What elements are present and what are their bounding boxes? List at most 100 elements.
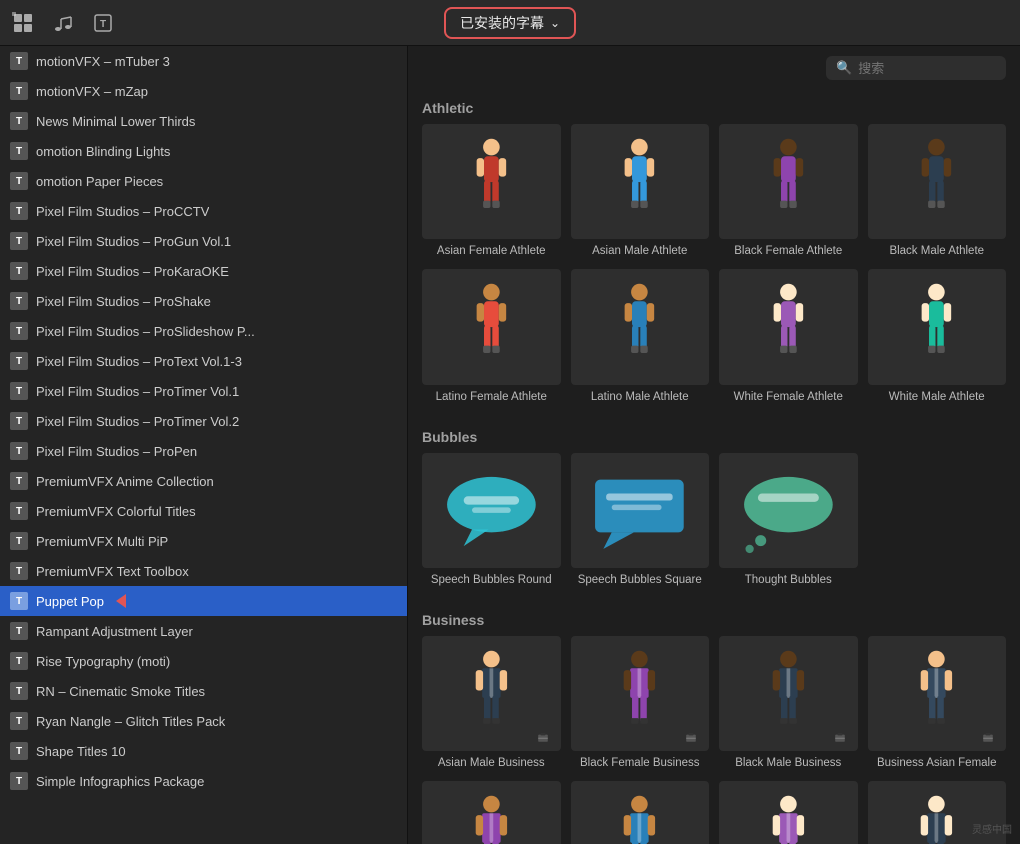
grid-item[interactable]: White Female Athlete [719,269,858,404]
chevron-down-icon: ⌄ [550,16,560,30]
grid-item-thumbnail [719,636,858,751]
text-item-icon: T [10,112,28,130]
grid-item[interactable]: Latino Male Business [571,781,710,844]
sidebar-item[interactable]: TmotionVFX – mZap [0,76,407,106]
grid-item[interactable]: Speech Bubbles Square [571,453,710,588]
sidebar-item-label: PremiumVFX Multi PiP [36,534,168,549]
sidebar-item[interactable]: T Pixel Film Studios – ProShake [0,286,407,316]
sidebar-item[interactable]: T Rise Typography (moti) [0,646,407,676]
sidebar-item-label: omotion Blinding Lights [36,144,170,159]
grid-item[interactable]: White Male Athlete [868,269,1007,404]
sidebar-item[interactable]: TPixel Film Studios – ProPen [0,436,407,466]
grid-item[interactable]: Business Asian Female [868,636,1007,771]
grid-item[interactable]: Asian Male Athlete [571,124,710,259]
sidebar-item[interactable]: TPremiumVFX Multi PiP [0,526,407,556]
text-item-icon: T [10,172,28,190]
sidebar-item[interactable]: TRN – Cinematic Smoke Titles [0,676,407,706]
sidebar-item-label: omotion Paper Pieces [36,174,163,189]
text-item-icon: T [10,382,28,400]
category-section: Business Asian Male Business Black Fem [408,602,1020,844]
sidebar-item[interactable]: TPixel Film Studios – ProTimer Vol.1 [0,376,407,406]
grid-item-label: White Female Athlete [734,390,843,405]
sidebar-item[interactable]: T Ryan Nangle – Glitch Titles Pack [0,706,407,736]
sidebar-item[interactable]: TPremiumVFX Colorful Titles [0,496,407,526]
sidebar-item-label: motionVFX – mZap [36,84,148,99]
text-item-icon: T [10,562,28,580]
sidebar-item[interactable]: Tomotion Paper Pieces [0,166,407,196]
sidebar-item-label: Pixel Film Studios – ProGun Vol.1 [36,234,231,249]
text-item-icon: T [10,292,28,310]
sidebar-item-label: Pixel Film Studios – ProTimer Vol.2 [36,414,239,429]
grid-item[interactable]: Asian Male Business [422,636,561,771]
grid-item-label: Asian Male Business [438,756,545,771]
text-item-icon: T [10,52,28,70]
sidebar: TmotionVFX – mTuber 3TmotionVFX – mZapTN… [0,46,408,844]
music-icon[interactable] [50,10,76,36]
search-input[interactable] [858,61,996,76]
sidebar-item[interactable]: T Pixel Film Studios – ProTimer Vol.2 [0,406,407,436]
grid-item[interactable]: Latino Male Athlete [571,269,710,404]
sidebar-item[interactable]: TmotionVFX – mTuber 3 [0,46,407,76]
grid-item[interactable]: White Female Business [719,781,858,844]
sidebar-item[interactable]: TPremiumVFX Anime Collection [0,466,407,496]
items-grid: Speech Bubbles Round Speech Bubbles Squa… [422,453,1006,588]
sidebar-item[interactable]: TPixel Film Studios – ProSlideshow P... [0,316,407,346]
grid-item-label: Latino Female Athlete [436,390,547,405]
text-icon[interactable]: T [90,10,116,36]
grid-item-thumbnail [571,781,710,844]
grid-item[interactable]: Thought Bubbles [719,453,858,588]
sidebar-item[interactable]: TRampant Adjustment Layer [0,616,407,646]
search-wrapper[interactable]: 🔍 [826,56,1006,80]
installed-subtitles-dropdown[interactable]: 已安装的字幕 ⌄ [444,7,576,39]
sidebar-item[interactable]: TPixel Film Studios – ProText Vol.1-3 [0,346,407,376]
grid-item[interactable]: Black Male Business [719,636,858,771]
grid-item-thumbnail [571,636,710,751]
toolbar: T 已安装的字幕 ⌄ [0,0,1020,46]
grid-item-label: Asian Male Athlete [592,244,687,259]
grid-item[interactable]: Speech Bubbles Round [422,453,561,588]
grid-item[interactable]: Asian Female Athlete [422,124,561,259]
sidebar-item[interactable]: TPixel Film Studios – ProKaraOKE [0,256,407,286]
sidebar-item[interactable]: Tomotion Blinding Lights [0,136,407,166]
sidebar-item[interactable]: TPremiumVFX Text Toolbox [0,556,407,586]
items-grid: Asian Female Athlete Asian Male Athlete … [422,124,1006,405]
text-item-icon: T [10,772,28,790]
grid-item-thumbnail [571,269,710,384]
sidebar-item[interactable]: TSimple Infographics Package [0,766,407,796]
grid-item-label: Speech Bubbles Round [431,573,552,588]
sidebar-item-label: Rise Typography (moti) [36,654,170,669]
sidebar-item-label: Pixel Film Studios – ProShake [36,294,211,309]
sidebar-item[interactable]: TShape Titles 10 [0,736,407,766]
sidebar-item[interactable]: TNews Minimal Lower Thirds [0,106,407,136]
category-title: Athletic [422,90,1006,124]
sidebar-item[interactable]: TPixel Film Studios – ProCCTV [0,196,407,226]
text-item-icon: T [10,232,28,250]
category-title: Business [422,602,1006,636]
grid-item[interactable]: Latino Female Business [422,781,561,844]
grid-item[interactable]: Black Female Athlete [719,124,858,259]
text-item-icon: T [10,82,28,100]
grid-item[interactable]: Black Female Business [571,636,710,771]
main-container: TmotionVFX – mTuber 3TmotionVFX – mZapTN… [0,46,1020,844]
grid-item-thumbnail [571,124,710,239]
sidebar-item[interactable]: T Pixel Film Studios – ProGun Vol.1 [0,226,407,256]
sidebar-item-label: Pixel Film Studios – ProPen [36,444,197,459]
text-item-icon: T [10,652,28,670]
grid-item[interactable]: White Male Business [868,781,1007,844]
grid-item[interactable]: Latino Female Athlete [422,269,561,404]
sidebar-item-label: Pixel Film Studios – ProSlideshow P... [36,324,255,339]
grid-icon[interactable] [10,10,36,36]
grid-item-label: Black Female Athlete [734,244,842,259]
categories-container: Athletic Asian Female Athlete Asian Male… [408,90,1020,844]
category-title: Bubbles [422,419,1006,453]
sidebar-item[interactable]: TPuppet Pop [0,586,407,616]
grid-item-thumbnail [719,269,858,384]
text-item-icon: T [10,712,28,730]
search-bar: 🔍 [408,46,1020,90]
text-item-icon: T [10,472,28,490]
text-item-icon: T [10,412,28,430]
grid-item[interactable]: Black Male Athlete [868,124,1007,259]
grid-item-thumbnail [719,781,858,844]
sidebar-item-label: Ryan Nangle – Glitch Titles Pack [36,714,225,729]
text-item-icon: T [10,502,28,520]
